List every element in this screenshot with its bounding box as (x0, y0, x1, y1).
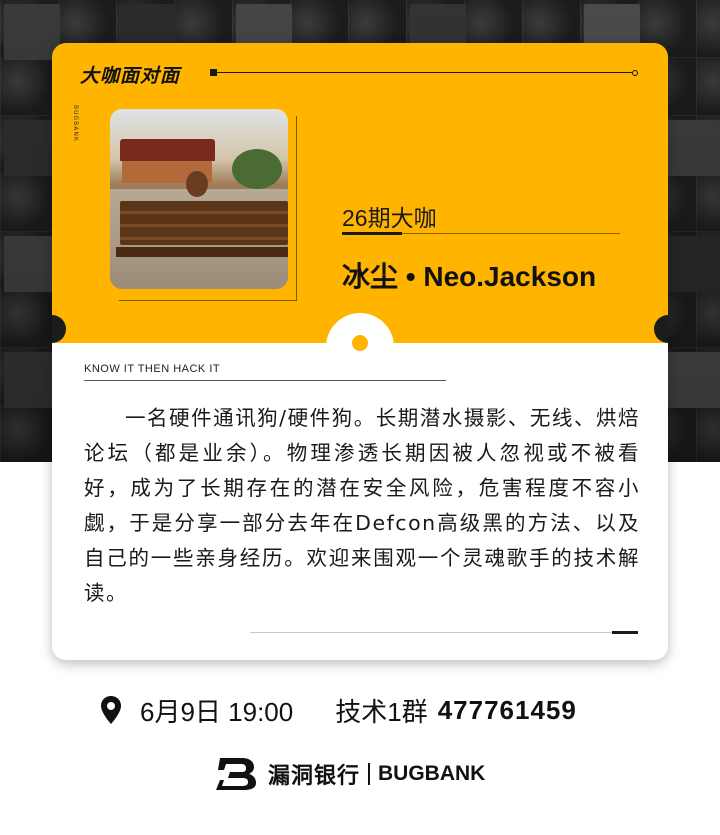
guest-bio: 一名硬件通讯狗/硬件狗。长期潜水摄影、无线、烘焙论坛（都是业余）。物理渗透长期因… (84, 406, 640, 605)
guest-card: 大咖面对面 BUGBANK 26期大咖 冰尘 • Neo.Jackson KNO… (52, 43, 668, 660)
group-number: 477761459 (437, 694, 577, 725)
title-divider (210, 69, 638, 76)
bugbank-b-icon (216, 758, 256, 790)
guest-photo (110, 109, 288, 289)
slogan: KNOW IT THEN HACK IT (84, 363, 221, 375)
slogan-divider (84, 380, 446, 381)
event-date-time: 6月9日 19:00 (140, 696, 294, 727)
mosaic-tile (664, 352, 720, 408)
ticket-center-dot (352, 335, 368, 351)
event-info: 6月9日 19:00 技术1群 477761459 (100, 692, 640, 728)
bottom-divider (250, 631, 638, 634)
brand-title: 大咖面对面 (80, 65, 181, 87)
brand-separator (368, 763, 371, 785)
map-pin-icon (101, 696, 121, 724)
issue-divider (342, 232, 620, 235)
mosaic-tile (664, 120, 720, 176)
mosaic-tile (664, 236, 720, 292)
guest-name: 冰尘 • Neo.Jackson (342, 261, 597, 292)
group-label: 技术1群 (335, 696, 428, 727)
brand-name-en: BUGBANK (378, 762, 486, 785)
brand-name-cn: 漏洞银行 (268, 764, 361, 789)
footer-logo: 漏洞银行 BUGBANK (214, 756, 514, 792)
issue-label: 26期大咖 (342, 205, 437, 231)
vertical-caption: BUGBANK (72, 105, 79, 142)
